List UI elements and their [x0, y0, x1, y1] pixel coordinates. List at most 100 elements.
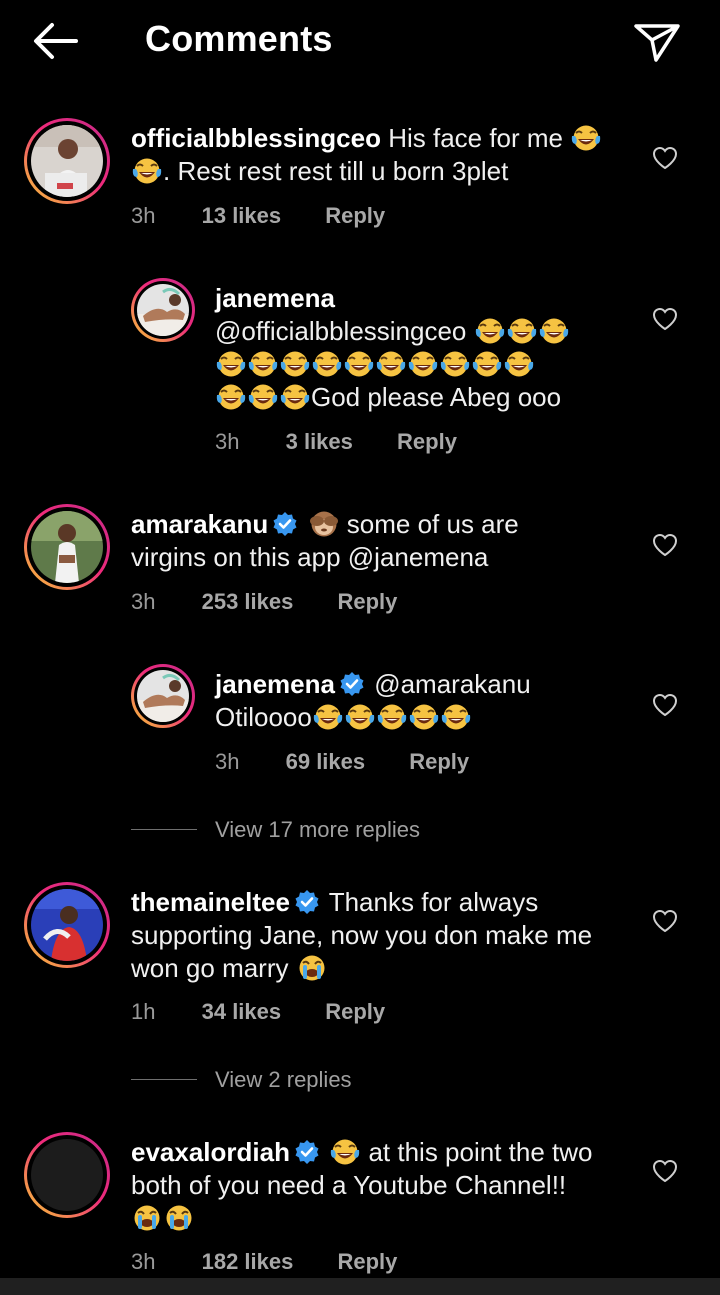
likes-count[interactable]: 13 likes [202, 203, 282, 229]
verified-badge-icon [272, 511, 299, 537]
timestamp: 3h [131, 203, 156, 228]
avatar[interactable] [24, 118, 110, 204]
avatar[interactable] [24, 882, 110, 968]
timestamp: 3h [215, 749, 240, 774]
crying-emoji-icon [133, 1204, 161, 1232]
laughing-emoji-icon [506, 317, 537, 345]
profile-photo [31, 889, 103, 961]
comment-meta: 3h 69 likes Reply [215, 749, 469, 775]
laughing-emoji-icon [474, 317, 505, 345]
laughing-emoji-icon [216, 383, 246, 411]
see-no-evil-monkey-icon [309, 511, 338, 537]
comment-body: both of you need a Youtube Channel!! [131, 1170, 567, 1200]
laughing-emoji-icon [280, 350, 310, 378]
avatar[interactable] [131, 278, 195, 342]
laughing-emoji-icon [440, 350, 470, 378]
header-bar: Comments [0, 0, 720, 84]
comment-body: supporting Jane, now you don make me [131, 920, 593, 950]
comment-body: won go marry [131, 953, 289, 983]
verified-badge-icon [339, 671, 365, 697]
view-replies-button[interactable]: View 2 replies [215, 1067, 352, 1093]
heart-icon[interactable] [652, 307, 678, 331]
paper-plane-icon [634, 24, 680, 62]
heart-icon[interactable] [652, 909, 678, 933]
laughing-emoji-icon [376, 350, 406, 378]
comment-meta: 1h 34 likes Reply [131, 999, 385, 1025]
replies-divider [131, 829, 197, 830]
laughing-emoji-icon [571, 124, 602, 152]
laughing-emoji-icon [344, 703, 375, 731]
likes-count[interactable]: 182 likes [202, 1249, 294, 1275]
profile-photo [31, 511, 103, 583]
timestamp: 1h [131, 999, 156, 1024]
comment-meta: 3h 13 likes Reply [131, 203, 385, 229]
laughing-emoji-icon [216, 350, 246, 378]
comment-text: evaxalordiah at this point the two both … [131, 1136, 641, 1235]
comment-body: His face for me [388, 123, 564, 153]
crying-emoji-icon [165, 1204, 193, 1232]
comment-text: officialbblessingceo His face for me . R… [131, 122, 631, 188]
heart-icon[interactable] [652, 1159, 678, 1183]
laughing-emoji-icon [312, 703, 343, 731]
bottom-edge [0, 1278, 720, 1295]
laughing-emoji-icon [376, 703, 407, 731]
reply-button[interactable]: Reply [325, 203, 385, 229]
comment-text: amarakanu some of us are virgins on this… [131, 508, 631, 574]
comment-body: . Rest rest rest till u born 3plet [163, 156, 509, 186]
page-title: Comments [145, 18, 333, 59]
timestamp: 3h [131, 589, 156, 614]
arrow-left-icon [34, 23, 78, 59]
reply-button[interactable]: Reply [325, 999, 385, 1025]
laughing-emoji-icon [132, 157, 162, 185]
laughing-emoji-icon [330, 1138, 361, 1166]
share-button[interactable] [632, 20, 682, 64]
comment-text: themaineltee Thanks for always supportin… [131, 886, 641, 985]
laughing-emoji-icon [344, 350, 374, 378]
comment-text: janemena @officialbblessingceo God pleas… [215, 282, 635, 414]
comment-username[interactable]: themaineltee [131, 887, 290, 917]
crying-emoji-icon [298, 954, 326, 982]
comment-body: God please Abeg ooo [311, 382, 562, 412]
comment-username[interactable]: amarakanu [131, 509, 268, 539]
profile-photo [137, 670, 189, 722]
comment-body: Otiloooo [215, 702, 312, 732]
profile-photo [31, 125, 103, 197]
comment-username[interactable]: evaxalordiah [131, 1137, 290, 1167]
reply-button[interactable]: Reply [397, 429, 457, 455]
comment-meta: 3h 3 likes Reply [215, 429, 457, 455]
avatar[interactable] [24, 504, 110, 590]
laughing-emoji-icon [538, 317, 569, 345]
reply-button[interactable]: Reply [409, 749, 469, 775]
verified-badge-icon [294, 1139, 320, 1165]
comment-username[interactable]: officialbblessingceo [131, 123, 381, 153]
reply-button[interactable]: Reply [337, 1249, 397, 1275]
verified-badge-icon [294, 889, 320, 915]
comment-meta: 3h 253 likes Reply [131, 589, 397, 615]
heart-icon[interactable] [652, 533, 678, 557]
comment-username[interactable]: janemena [215, 283, 335, 313]
laughing-emoji-icon [280, 383, 310, 411]
timestamp: 3h [215, 429, 240, 454]
heart-icon[interactable] [652, 146, 678, 170]
avatar[interactable] [131, 664, 195, 728]
profile-photo [31, 1139, 103, 1211]
timestamp: 3h [131, 1249, 156, 1274]
laughing-emoji-icon [408, 703, 439, 731]
back-button[interactable] [30, 20, 82, 62]
likes-count[interactable]: 3 likes [286, 429, 353, 455]
laughing-emoji-icon [504, 350, 534, 378]
mention-link[interactable]: @officialbblessingceo [215, 316, 466, 346]
heart-icon[interactable] [652, 693, 678, 717]
likes-count[interactable]: 253 likes [202, 589, 294, 615]
avatar[interactable] [24, 1132, 110, 1218]
likes-count[interactable]: 69 likes [286, 749, 366, 775]
reply-button[interactable]: Reply [337, 589, 397, 615]
profile-photo [137, 284, 189, 336]
likes-count[interactable]: 34 likes [202, 999, 282, 1025]
comment-body: some of us are [346, 509, 519, 539]
comment-body: at this point the two [368, 1137, 593, 1167]
mention-link[interactable]: @amarakanu [374, 669, 530, 699]
comment-username[interactable]: janemena [215, 669, 335, 699]
laughing-emoji-icon [312, 350, 342, 378]
view-more-replies-button[interactable]: View 17 more replies [215, 817, 420, 843]
